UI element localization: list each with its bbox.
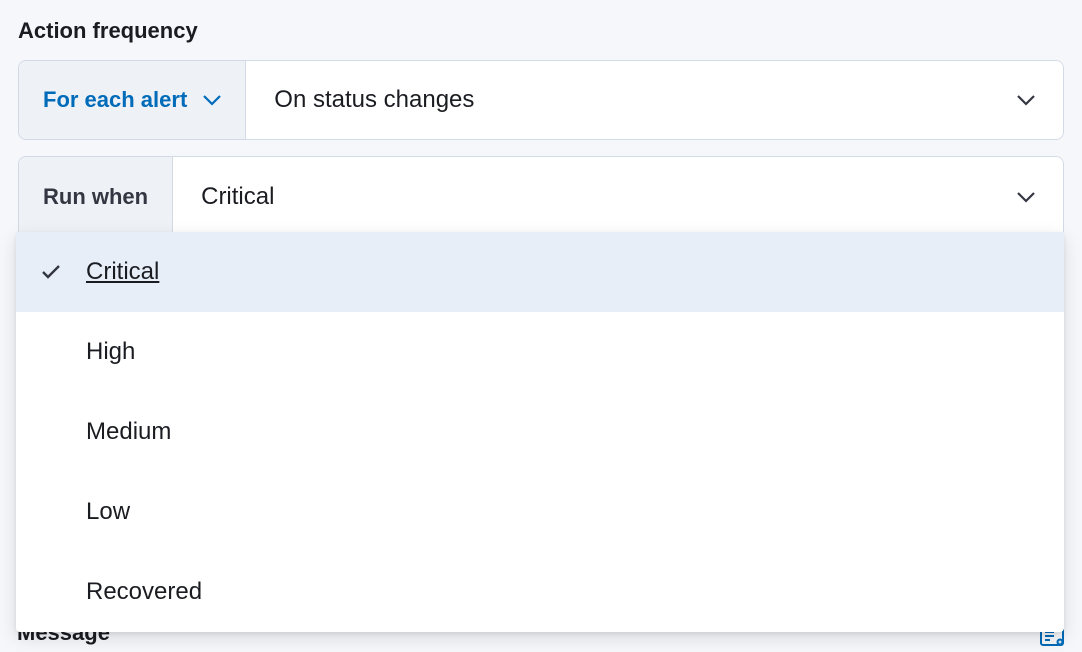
run-when-label: Run when: [43, 184, 148, 210]
dropdown-option-medium[interactable]: Medium: [16, 392, 1064, 472]
for-each-alert-label: For each alert: [43, 87, 187, 113]
dropdown-option-label: Low: [86, 498, 130, 526]
chevron-down-icon: [1017, 94, 1035, 106]
status-change-value: On status changes: [274, 86, 1017, 114]
dropdown-option-critical[interactable]: Critical: [16, 232, 1064, 312]
chevron-down-icon: [203, 94, 221, 106]
run-when-dropdown: Critical High Medium Low Recovered: [16, 232, 1064, 632]
dropdown-option-recovered[interactable]: Recovered: [16, 552, 1064, 632]
dropdown-option-label: High: [86, 338, 135, 366]
chevron-down-icon: [1017, 191, 1035, 203]
check-icon: [41, 264, 61, 280]
status-change-select[interactable]: On status changes: [246, 61, 1063, 139]
dropdown-option-label: Recovered: [86, 578, 202, 606]
dropdown-option-label: Medium: [86, 418, 171, 446]
dropdown-option-label: Critical: [86, 258, 159, 286]
action-frequency-row: For each alert On status changes: [18, 60, 1064, 140]
dropdown-option-high[interactable]: High: [16, 312, 1064, 392]
section-title: Action frequency: [18, 18, 1064, 44]
run-when-label-box: Run when: [19, 157, 173, 236]
run-when-select[interactable]: Critical: [173, 157, 1063, 236]
for-each-alert-button[interactable]: For each alert: [19, 61, 246, 139]
run-when-row: Run when Critical: [18, 156, 1064, 236]
dropdown-option-low[interactable]: Low: [16, 472, 1064, 552]
run-when-value: Critical: [201, 183, 1017, 211]
